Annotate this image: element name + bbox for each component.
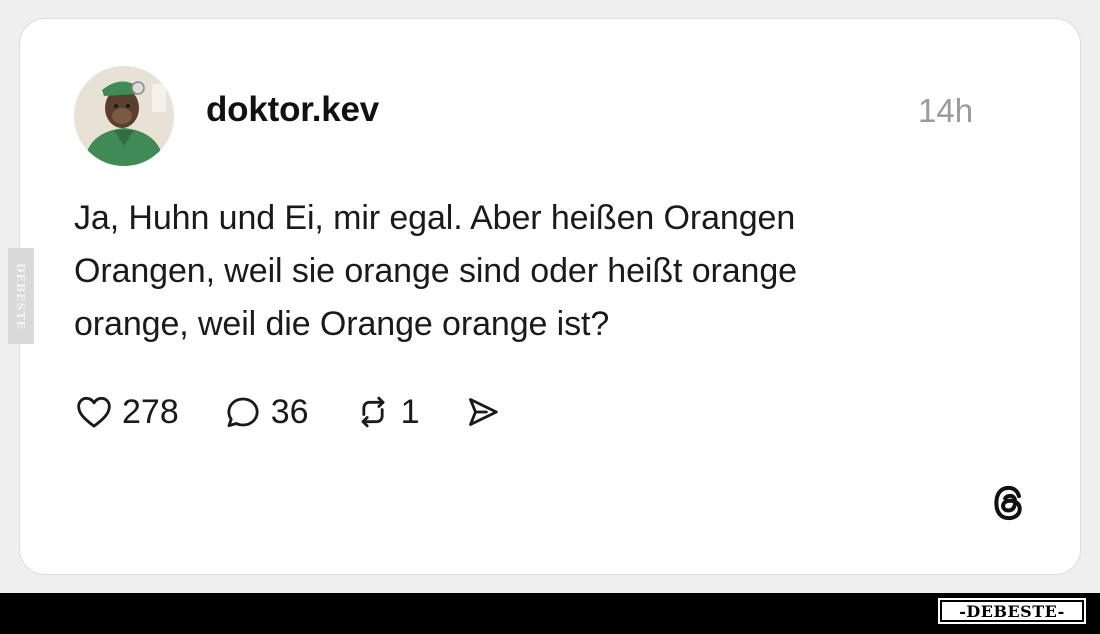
comment-count: 36 — [270, 392, 309, 431]
footer-watermark: -DEBESTE- — [938, 598, 1086, 624]
heart-icon — [77, 396, 111, 428]
like-button[interactable]: 278 — [74, 392, 179, 432]
repost-button[interactable]: 1 — [353, 392, 420, 432]
post-text: Ja, Huhn und Ei, mir egal. Aber heißen O… — [74, 192, 974, 351]
share-button[interactable] — [463, 392, 503, 432]
threads-logo-icon[interactable] — [986, 480, 1032, 526]
send-icon — [469, 398, 499, 426]
page: doktor.kev 14h Ja, Huhn und Ei, mir egal… — [0, 0, 1100, 634]
side-watermark-text: DEBESTE — [14, 262, 28, 330]
footer-watermark-text: -DEBESTE- — [940, 600, 1084, 622]
comment-bubble-icon — [227, 397, 259, 428]
post-text-line: Ja, Huhn und Ei, mir egal. Aber heißen O… — [74, 199, 796, 237]
avatar[interactable] — [74, 66, 174, 166]
avatar-image — [74, 66, 174, 166]
side-watermark: DEBESTE — [8, 248, 34, 344]
repost-icon — [361, 396, 384, 428]
comment-button[interactable]: 36 — [223, 392, 309, 432]
timestamp: 14h — [918, 92, 974, 129]
repost-count: 1 — [400, 392, 420, 431]
action-bar: 278 36 1 — [74, 388, 547, 436]
footer-bar — [0, 593, 1100, 634]
post-text-line: orange, weil die Orange orange ist? — [74, 305, 610, 343]
like-count: 278 — [122, 392, 179, 431]
username[interactable]: doktor.kev — [206, 90, 379, 130]
post-text-line: Orangen, weil sie orange sind oder heißt… — [74, 252, 797, 290]
